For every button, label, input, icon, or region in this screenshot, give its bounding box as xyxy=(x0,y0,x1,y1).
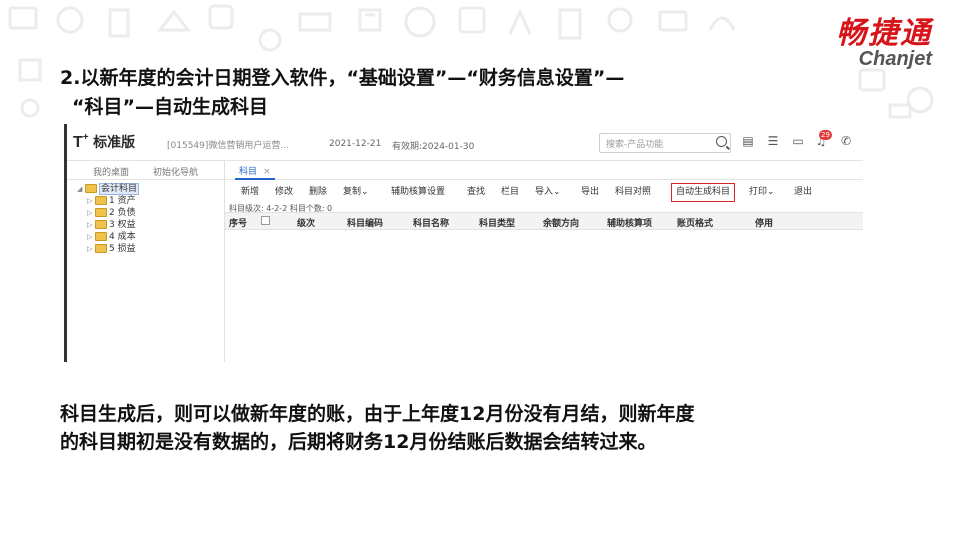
nav-my-desktop[interactable]: 我的桌面 xyxy=(93,165,129,178)
folder-icon xyxy=(95,196,107,205)
monitor-icon[interactable]: ▭ xyxy=(792,135,804,147)
folder-icon xyxy=(95,208,107,217)
heading-line-2: “科目”—自动生成科目 xyxy=(72,96,268,118)
product-prefix: T xyxy=(73,134,83,151)
tree-item-liability[interactable]: ▷ 2 负债 xyxy=(77,207,139,219)
software-screenshot: T+ 标准版 [015549]微信营销用户运营... 2021-12-21 有效… xyxy=(64,124,863,362)
folder-icon xyxy=(95,244,107,253)
copy-button[interactable]: 复制⌄ xyxy=(343,184,369,200)
tree-item-label: 2 负债 xyxy=(109,208,136,218)
calculator-icon[interactable]: ▤ xyxy=(742,135,754,147)
select-all-checkbox[interactable] xyxy=(261,216,270,225)
search-box[interactable]: 搜索-产品功能 xyxy=(599,133,731,153)
brand-logo: 畅捷通 Chanjet xyxy=(836,8,932,71)
print-label: 打印 xyxy=(749,187,768,197)
col-ledger-format[interactable]: 账页格式 xyxy=(677,216,713,229)
col-account-type[interactable]: 科目类型 xyxy=(479,216,515,229)
col-account-code[interactable]: 科目编码 xyxy=(347,216,383,229)
tab-label: 科目 xyxy=(239,167,258,177)
expand-icon[interactable]: ▷ xyxy=(87,231,95,243)
product-edition: 标准版 xyxy=(93,135,136,151)
folder-icon xyxy=(95,232,107,241)
expand-icon[interactable]: ▷ xyxy=(87,195,95,207)
chevron-down-icon: ⌄ xyxy=(553,187,561,197)
copy-label: 复制 xyxy=(343,187,362,197)
nav-init-guide[interactable]: 初始化导航 xyxy=(153,165,198,178)
exit-button[interactable]: 退出 xyxy=(794,184,812,200)
tree-item-equity[interactable]: ▷ 3 权益 xyxy=(77,219,139,231)
auto-generate-accounts-button[interactable]: 自动生成科目 xyxy=(671,183,736,202)
chevron-down-icon: ⌄ xyxy=(767,187,775,197)
product-plus: + xyxy=(82,132,89,143)
tree-item-asset[interactable]: ▷ 1 资产 xyxy=(77,195,139,207)
chevron-down-icon: ⌄ xyxy=(361,187,369,197)
phone-icon[interactable]: ✆ xyxy=(840,135,852,147)
account-mapping-button[interactable]: 科目对照 xyxy=(615,184,651,200)
col-disabled[interactable]: 停用 xyxy=(755,216,773,229)
import-label: 导入 xyxy=(535,187,554,197)
checklist-icon[interactable]: ☰ xyxy=(767,135,779,147)
tree-item-label: 3 权益 xyxy=(109,220,136,230)
edit-button[interactable]: 修改 xyxy=(275,184,293,200)
tree-item-label: 1 资产 xyxy=(109,196,136,206)
import-button[interactable]: 导入⌄ xyxy=(535,184,561,200)
folder-icon xyxy=(85,184,97,193)
col-balance-direction[interactable]: 余额方向 xyxy=(543,216,579,229)
app-top-bar: T+ 标准版 [015549]微信营销用户运营... 2021-12-21 有效… xyxy=(67,124,863,161)
product-name: T+ 标准版 xyxy=(73,132,135,152)
tree-root-label[interactable]: 会计科目 xyxy=(99,183,140,195)
col-aux-accounting[interactable]: 辅助核算项 xyxy=(607,216,652,229)
body-line-1: 科目生成后，则可以做新年度的账，由于上年度12月份没有月结，则新年度 xyxy=(60,403,695,425)
folder-icon xyxy=(95,220,107,229)
valid-until: 有效期:2024-01-30 xyxy=(392,142,475,152)
collapse-icon[interactable]: ◢ xyxy=(77,183,85,195)
find-button[interactable]: 查找 xyxy=(467,184,485,200)
slide-body-text: 科目生成后，则可以做新年度的账，由于上年度12月份没有月结，则新年度 的科目期初… xyxy=(60,400,880,456)
account-tree: ◢ 会计科目 ▷ 1 资产 ▷ 2 负债 ▷ 3 权益 ▷ 4 成本 ▷ 5 损益 xyxy=(77,183,140,255)
delete-button[interactable]: 删除 xyxy=(309,184,327,200)
body-line-2: 的科目期初是没有数据的，后期将财务12月份结账后数据会结转过来。 xyxy=(60,431,657,453)
col-account-name[interactable]: 科目名称 xyxy=(413,216,449,229)
columns-button[interactable]: 栏目 xyxy=(501,184,519,200)
tenant-name[interactable]: [015549]微信营销用户运营... xyxy=(167,138,289,151)
expand-icon[interactable]: ▷ xyxy=(87,219,95,231)
col-seq[interactable]: 序号 xyxy=(229,216,247,229)
aux-accounting-settings-button[interactable]: 辅助核算设置 xyxy=(391,184,445,200)
tree-item-cost[interactable]: ▷ 4 成本 xyxy=(77,231,139,243)
tree-item-profit-loss[interactable]: ▷ 5 损益 xyxy=(77,243,139,255)
print-button[interactable]: 打印⌄ xyxy=(749,184,775,200)
close-icon[interactable]: × xyxy=(263,167,271,177)
login-date: 2021-12-21 xyxy=(329,139,382,149)
slide-heading: 2.以新年度的会计日期登入软件，“基础设置”—“财务信息设置”— “科目”—自动… xyxy=(60,64,820,122)
left-panel: 我的桌面 初始化导航 ◢ 会计科目 ▷ 1 资产 ▷ 2 负债 ▷ 3 权益 ▷ 4 成本… xyxy=(67,161,225,362)
table-header: 序号 级次 科目编码 科目名称 科目类型 余额方向 辅助核算项 账页格式 停用 xyxy=(225,212,863,230)
export-button[interactable]: 导出 xyxy=(581,184,599,200)
notification-badge: 29 xyxy=(819,130,832,140)
search-placeholder: 搜索-产品功能 xyxy=(606,140,664,150)
tree-item-label: 4 成本 xyxy=(109,232,136,242)
heading-line-1: 2.以新年度的会计日期登入软件，“基础设置”—“财务信息设置”— xyxy=(60,67,625,89)
col-level[interactable]: 级次 xyxy=(297,216,315,229)
logo-chinese: 畅捷通 xyxy=(836,16,932,51)
main-panel: 科目 × 新增 修改 删除 复制⌄ 辅助核算设置 查找 栏目 导入⌄ 导出 科目对… xyxy=(225,161,863,362)
tab-bar: 科目 × xyxy=(225,161,863,180)
tab-accounts[interactable]: 科目 × xyxy=(235,164,275,180)
left-nav: 我的桌面 初始化导航 xyxy=(67,161,224,180)
expand-icon[interactable]: ▷ xyxy=(87,207,95,219)
search-icon[interactable] xyxy=(716,136,727,147)
add-button[interactable]: 新增 xyxy=(241,184,259,200)
tree-root[interactable]: ◢ 会计科目 xyxy=(77,183,140,195)
tree-item-label: 5 损益 xyxy=(109,244,136,254)
expand-icon[interactable]: ▷ xyxy=(87,243,95,255)
